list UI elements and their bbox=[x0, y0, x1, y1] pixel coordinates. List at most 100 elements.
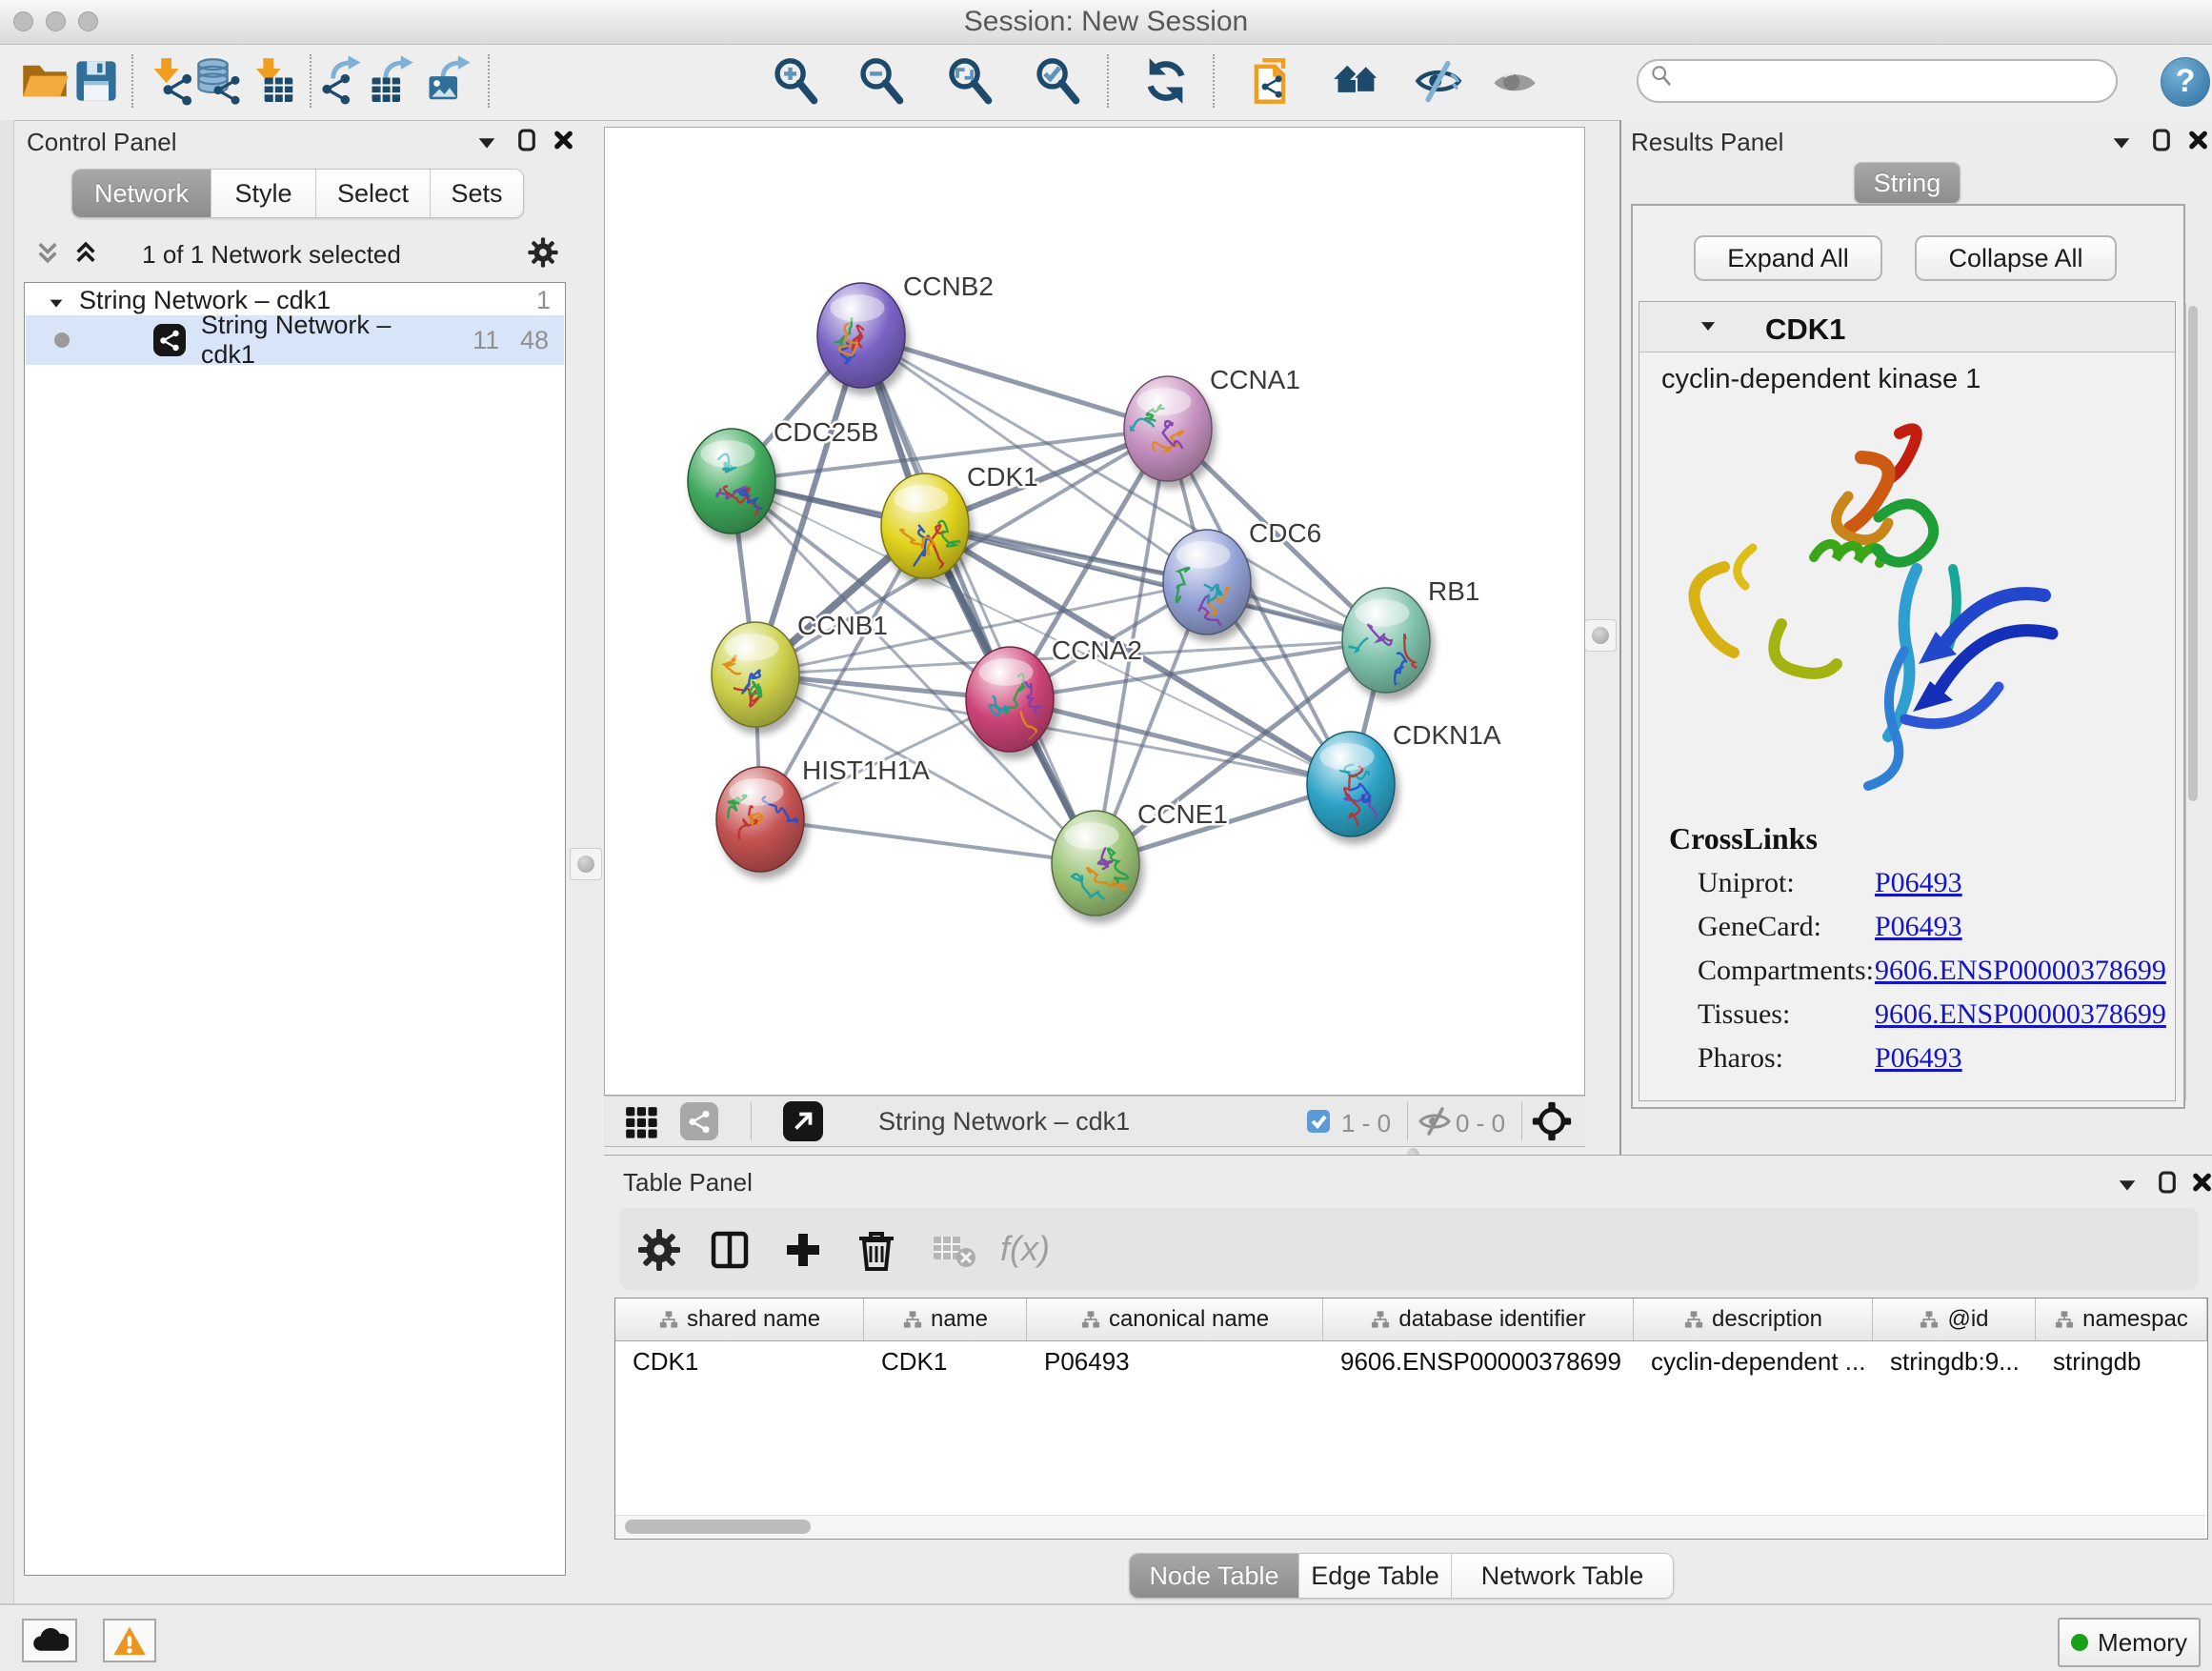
crosslink-link[interactable]: P06493 bbox=[1875, 867, 1962, 899]
memory-button[interactable]: Memory bbox=[2058, 1618, 2201, 1667]
network-node-cdc25b[interactable] bbox=[688, 429, 775, 534]
hide-selected-icon[interactable] bbox=[1414, 54, 1463, 108]
table-panel-menu-icon[interactable] bbox=[2115, 1174, 2140, 1198]
table-options-gear-icon[interactable] bbox=[636, 1227, 682, 1273]
table-row[interactable]: CDK1CDK1P064939606.ENSP00000378699cyclin… bbox=[615, 1341, 2207, 1381]
crosslink-link[interactable]: P06493 bbox=[1875, 1042, 1962, 1075]
node-label-cdkn1a: CDKN1A bbox=[1393, 720, 1501, 750]
create-column-icon[interactable] bbox=[780, 1227, 826, 1273]
results-panel-close-icon[interactable] bbox=[2185, 128, 2210, 152]
gene-entry-header[interactable] bbox=[1639, 302, 2175, 352]
gene-entry-expander-icon[interactable] bbox=[1698, 316, 1719, 337]
hidden-count-eye-icon[interactable] bbox=[1418, 1106, 1452, 1137]
warnings-button[interactable] bbox=[103, 1619, 156, 1662]
node-table[interactable]: shared namenamecanonical namedatabase id… bbox=[614, 1298, 2208, 1540]
left-splitter-handle[interactable] bbox=[570, 848, 602, 880]
export-image-icon[interactable] bbox=[426, 54, 475, 108]
table-panel-float-icon[interactable] bbox=[2155, 1170, 2180, 1195]
table-panel-close-icon[interactable] bbox=[2189, 1170, 2212, 1195]
column-header-database-identifier[interactable]: database identifier bbox=[1323, 1299, 1634, 1340]
network-node-ccne1[interactable] bbox=[1052, 811, 1139, 916]
column-header-namespac[interactable]: namespac bbox=[2036, 1299, 2207, 1340]
zoom-selected-icon[interactable] bbox=[1033, 54, 1082, 108]
copy-network-icon[interactable] bbox=[1246, 54, 1296, 108]
network-row-selected[interactable]: String Network – cdk1 11 48 bbox=[26, 315, 564, 365]
network-node-cdk1[interactable] bbox=[881, 473, 969, 578]
cloud-status-button[interactable] bbox=[22, 1619, 77, 1662]
export-network-icon[interactable] bbox=[318, 54, 368, 108]
column-header-canonical-name[interactable]: canonical name bbox=[1027, 1299, 1323, 1340]
results-panel-title: Results Panel bbox=[1631, 128, 1783, 157]
tab-network-table[interactable]: Network Table bbox=[1452, 1554, 1673, 1598]
tab-network[interactable]: Network bbox=[72, 170, 211, 217]
search-input[interactable] bbox=[1682, 66, 2116, 97]
import-network-from-file-icon[interactable] bbox=[147, 54, 196, 108]
collapse-all-networks-icon[interactable] bbox=[34, 240, 59, 265]
table-hscrollbar[interactable] bbox=[615, 1515, 2205, 1538]
control-panel-close-icon[interactable] bbox=[551, 128, 575, 152]
save-session-icon[interactable] bbox=[71, 54, 121, 108]
crosslink-row: Pharos:P06493 bbox=[1698, 1042, 2174, 1086]
network-node-ccna2[interactable] bbox=[966, 647, 1054, 760]
control-panel-float-icon[interactable] bbox=[514, 128, 539, 152]
current-network-dot bbox=[54, 332, 70, 348]
warning-icon bbox=[111, 1623, 148, 1658]
network-node-hist1h1a[interactable] bbox=[716, 767, 804, 872]
column-header-description[interactable]: description bbox=[1634, 1299, 1873, 1340]
crosslinks-title: CrossLinks bbox=[1669, 821, 1818, 856]
results-panel-float-icon[interactable] bbox=[2149, 128, 2174, 152]
network-node-ccnb2[interactable] bbox=[817, 283, 905, 388]
expand-all-button[interactable]: Expand All bbox=[1694, 235, 1882, 281]
group-nodes-icon[interactable] bbox=[1332, 54, 1381, 108]
open-session-icon[interactable] bbox=[20, 54, 70, 108]
network-options-gear-icon[interactable] bbox=[527, 236, 559, 269]
show-columns-icon[interactable] bbox=[707, 1227, 753, 1273]
crosslink-link[interactable]: 9606.ENSP00000378699 bbox=[1875, 998, 2166, 1031]
tab-node-table[interactable]: Node Table bbox=[1130, 1554, 1299, 1598]
tab-sets[interactable]: Sets bbox=[431, 170, 523, 217]
zoom-fit-icon[interactable] bbox=[945, 54, 995, 108]
export-table-icon[interactable] bbox=[369, 54, 418, 108]
table-panel-title: Table Panel bbox=[623, 1168, 753, 1198]
network-canvas[interactable]: CCNB2CCNA1CDC25BCDK1CDC6RB1CCNB1CCNA2CDK… bbox=[604, 127, 1585, 1096]
zoom-in-icon[interactable] bbox=[771, 54, 820, 108]
gene-description: cyclin-dependent kinase 1 bbox=[1661, 364, 1981, 395]
crosslink-link[interactable]: 9606.ENSP00000378699 bbox=[1875, 955, 2166, 987]
results-scrollbar[interactable] bbox=[2185, 303, 2201, 1100]
import-network-from-database-icon[interactable] bbox=[194, 54, 244, 108]
zoom-out-icon[interactable] bbox=[856, 54, 906, 108]
selected-count-checkbox-icon[interactable] bbox=[1305, 1108, 1332, 1135]
tab-style[interactable]: Style bbox=[211, 170, 316, 217]
birds-eye-view-icon[interactable] bbox=[1531, 1100, 1573, 1142]
control-panel-menu-icon[interactable] bbox=[474, 131, 499, 156]
show-grid-view-icon[interactable] bbox=[622, 1103, 660, 1141]
network-view-badge-icon bbox=[153, 324, 186, 356]
network-node-cdkn1a[interactable] bbox=[1307, 732, 1395, 836]
delete-column-icon[interactable] bbox=[854, 1227, 899, 1273]
node-label-ccna2: CCNA2 bbox=[1052, 635, 1142, 665]
tab-string[interactable]: String bbox=[1855, 163, 1960, 203]
tab-edge-table[interactable]: Edge Table bbox=[1299, 1554, 1452, 1598]
crosslink-link[interactable]: P06493 bbox=[1875, 911, 1962, 943]
network-node-ccna1[interactable] bbox=[1124, 376, 1212, 481]
column-header--id[interactable]: @id bbox=[1873, 1299, 2036, 1340]
network-edge[interactable] bbox=[861, 335, 1168, 429]
import-table-icon[interactable] bbox=[247, 54, 296, 108]
search-box[interactable] bbox=[1637, 59, 2118, 103]
help-button[interactable]: ? bbox=[2161, 57, 2210, 107]
collapse-all-button[interactable]: Collapse All bbox=[1915, 235, 2117, 281]
node-label-cdk1: CDK1 bbox=[967, 462, 1038, 492]
column-header-shared-name[interactable]: shared name bbox=[615, 1299, 864, 1340]
crosslink-row: Tissues:9606.ENSP00000378699 bbox=[1698, 998, 2174, 1042]
network-node-ccnb1[interactable] bbox=[712, 622, 799, 727]
column-header-name[interactable]: name bbox=[864, 1299, 1027, 1340]
results-panel-menu-icon[interactable] bbox=[2109, 131, 2134, 156]
network-view-mode-icon[interactable] bbox=[680, 1102, 718, 1140]
detach-view-icon[interactable] bbox=[783, 1101, 823, 1141]
tab-select[interactable]: Select bbox=[316, 170, 431, 217]
node-label-cdc25b: CDC25B bbox=[774, 417, 878, 447]
right-splitter-handle[interactable] bbox=[1584, 619, 1617, 652]
apply-layout-icon[interactable] bbox=[1141, 54, 1191, 108]
collection-expander-icon[interactable] bbox=[47, 291, 66, 310]
network-edge[interactable] bbox=[760, 819, 1096, 863]
